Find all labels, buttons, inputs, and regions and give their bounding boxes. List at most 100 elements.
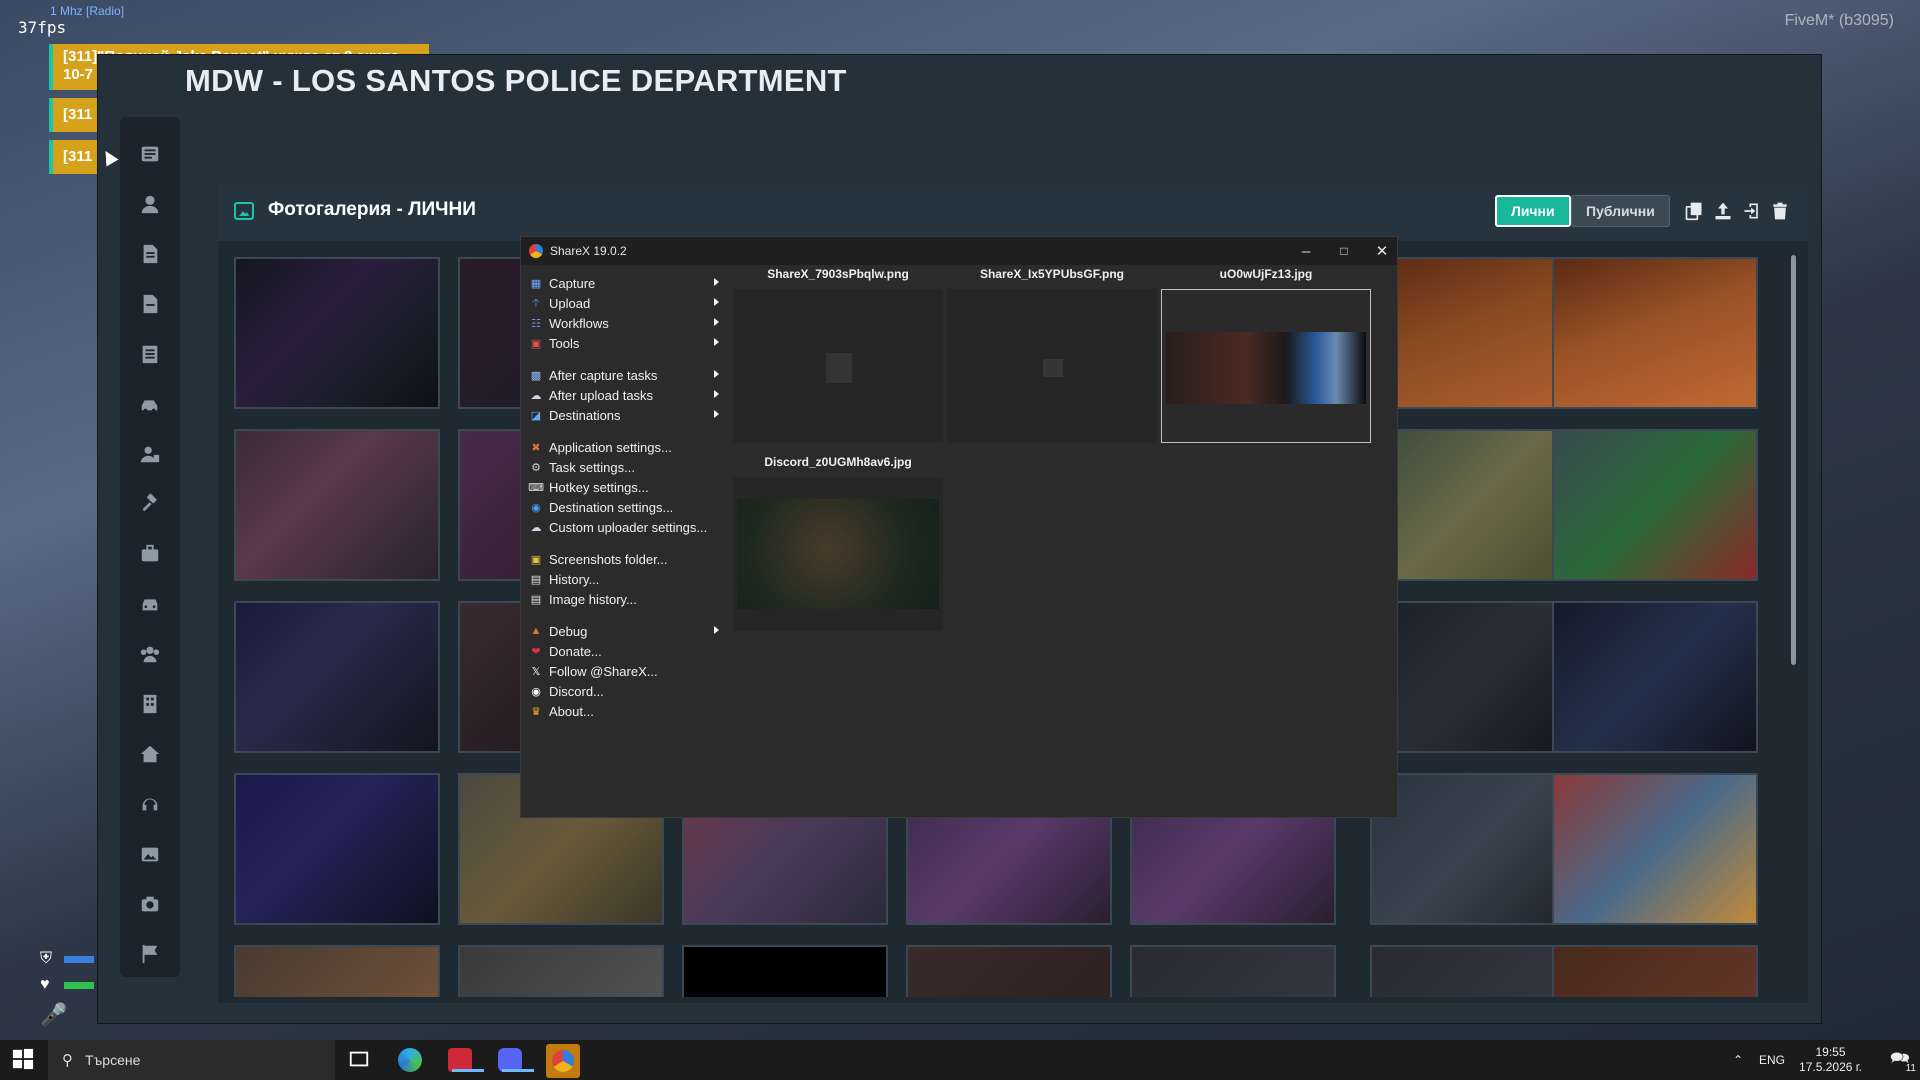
camera-icon[interactable] — [135, 889, 165, 919]
photo-thumbnail[interactable] — [1552, 945, 1758, 997]
menu-history[interactable]: ▤ History... — [529, 569, 719, 589]
menu-label: Task settings... — [549, 459, 635, 475]
document-icon[interactable] — [135, 289, 165, 319]
menu-task-settings[interactable]: ⚙ Task settings... — [529, 457, 719, 477]
photo-thumbnail[interactable] — [1552, 257, 1758, 409]
menu-application-settings[interactable]: ✖ Application settings... — [529, 437, 719, 457]
photo-thumbnail[interactable] — [682, 945, 888, 997]
submenu-arrow-icon — [714, 626, 719, 634]
sharex-taskbar-icon[interactable] — [546, 1044, 580, 1078]
file-thumbnail[interactable] — [733, 477, 943, 631]
file-thumbnail[interactable] — [733, 289, 943, 443]
photo-thumbnail[interactable] — [234, 257, 440, 409]
photo-thumbnail[interactable] — [906, 945, 1112, 997]
player-status-hud: ⛨ ♥ 🎤 — [40, 950, 94, 1028]
photo-thumbnail[interactable] — [1370, 945, 1576, 997]
sharex-titlebar[interactable]: ShareX 19.0.2 – □ ✕ — [521, 237, 1397, 265]
file-thumbnail[interactable] — [1161, 289, 1371, 443]
submenu-arrow-icon — [714, 298, 719, 306]
heart-icon: ❤ — [531, 645, 541, 658]
edge-icon[interactable] — [398, 1048, 422, 1072]
photo-thumbnail[interactable] — [1370, 773, 1576, 925]
copy-icon[interactable] — [1684, 201, 1706, 223]
photo-thumbnail[interactable] — [1370, 601, 1576, 753]
task-view-icon[interactable] — [348, 1048, 372, 1072]
photo-thumbnail[interactable] — [1370, 257, 1576, 409]
building-icon[interactable] — [135, 689, 165, 719]
close-button[interactable]: ✕ — [1367, 240, 1397, 262]
clock-time: 19:55 — [1815, 1045, 1846, 1059]
menu-after-upload[interactable]: ☁ After upload tasks — [529, 385, 719, 405]
tab-public[interactable]: Публични — [1571, 195, 1670, 227]
hotkey-icon: ⌨ — [528, 481, 544, 494]
flag-icon[interactable] — [135, 939, 165, 969]
reports-icon[interactable] — [135, 239, 165, 269]
officer-icon[interactable] — [135, 439, 165, 469]
case-icon[interactable] — [135, 339, 165, 369]
submenu-arrow-icon — [714, 370, 719, 378]
briefcase-icon[interactable] — [135, 539, 165, 569]
photo-thumbnail[interactable] — [1370, 429, 1576, 581]
photo-thumbnail[interactable] — [1552, 773, 1758, 925]
import-icon[interactable] — [1742, 201, 1764, 223]
photo-thumbnail[interactable] — [234, 601, 440, 753]
menu-about[interactable]: ♛ About... — [529, 701, 719, 721]
photo-thumbnail[interactable] — [234, 429, 440, 581]
file-thumbnail[interactable] — [947, 289, 1157, 443]
users-icon[interactable] — [135, 639, 165, 669]
photo-thumbnail[interactable] — [234, 773, 440, 925]
menu-label: Upload — [549, 295, 591, 311]
menu-capture[interactable]: ▦ Capture — [529, 273, 719, 293]
menu-tools[interactable]: ▣ Tools — [529, 333, 719, 353]
photo-thumbnail[interactable] — [458, 945, 664, 997]
photo-thumbnail[interactable] — [234, 945, 440, 997]
discord-icon[interactable] — [498, 1048, 534, 1072]
dashboard-icon[interactable] — [135, 139, 165, 169]
menu-destinations[interactable]: ◪ Destinations — [529, 405, 719, 425]
menu-follow-sharex[interactable]: 𝕏 Follow @ShareX... — [529, 661, 719, 681]
gallery-scrollbar[interactable] — [1791, 255, 1796, 665]
gallery-icon[interactable] — [135, 839, 165, 869]
language-indicator[interactable]: ENG — [1759, 1053, 1785, 1067]
clock[interactable]: 19:55 17.5.2026 г. — [1799, 1045, 1862, 1075]
menu-image-history[interactable]: ▤ Image history... — [529, 589, 719, 609]
sharex-window: ShareX 19.0.2 – □ ✕ ▦ Capture 🡡 Upload ☷ Wo… — [520, 236, 1398, 818]
minimize-button[interactable]: – — [1291, 240, 1321, 262]
menu-workflows[interactable]: ☷ Workflows — [529, 313, 719, 333]
menu-custom-uploader-settings[interactable]: ☁ Custom uploader settings... — [529, 517, 719, 537]
headset-icon[interactable] — [135, 789, 165, 819]
history-icon: ▤ — [530, 573, 542, 586]
voice-status: 🎤 — [40, 1002, 94, 1027]
menu-debug[interactable]: ▲ Debug — [529, 621, 719, 641]
photo-thumbnail[interactable] — [1552, 601, 1758, 753]
tab-personal[interactable]: Лични — [1495, 195, 1571, 227]
menu-upload[interactable]: 🡡 Upload — [529, 293, 719, 313]
windows-start-icon[interactable] — [12, 1048, 36, 1072]
menu-screenshots-folder[interactable]: ▣ Screenshots folder... — [529, 549, 719, 569]
maximize-button[interactable]: □ — [1329, 240, 1359, 262]
submenu-arrow-icon — [714, 338, 719, 346]
photo-thumbnail[interactable] — [1130, 945, 1336, 997]
search-icon: ⚲ — [62, 1052, 73, 1069]
gavel-icon[interactable] — [135, 489, 165, 519]
car-icon[interactable] — [135, 589, 165, 619]
rockstar-launcher-icon[interactable] — [448, 1048, 484, 1072]
menu-donate[interactable]: ❤ Donate... — [529, 641, 719, 661]
trash-icon[interactable] — [1770, 201, 1792, 223]
folder-icon: ▣ — [530, 553, 542, 566]
vehicle-chase-icon[interactable] — [135, 389, 165, 419]
home-icon[interactable] — [135, 739, 165, 769]
tray-chevron-icon[interactable]: ⌃ — [1733, 1053, 1743, 1067]
taskbar-search[interactable]: ⚲ Търсене — [48, 1040, 335, 1080]
workflows-icon: ☷ — [531, 317, 541, 330]
profile-icon[interactable] — [135, 189, 165, 219]
upload-icon[interactable] — [1713, 201, 1735, 223]
menu-hotkey-settings[interactable]: ⌨ Hotkey settings... — [528, 477, 719, 497]
photo-thumbnail[interactable] — [1552, 429, 1758, 581]
menu-after-capture[interactable]: ▩ After capture tasks — [529, 365, 719, 385]
notification-center-icon[interactable]: 🗪 11 — [1880, 1040, 1920, 1080]
menu-destination-settings[interactable]: ◉ Destination settings... — [529, 497, 719, 517]
menu-label: Image history... — [549, 591, 637, 607]
submenu-arrow-icon — [714, 410, 719, 418]
menu-discord[interactable]: ◉ Discord... — [529, 681, 719, 701]
